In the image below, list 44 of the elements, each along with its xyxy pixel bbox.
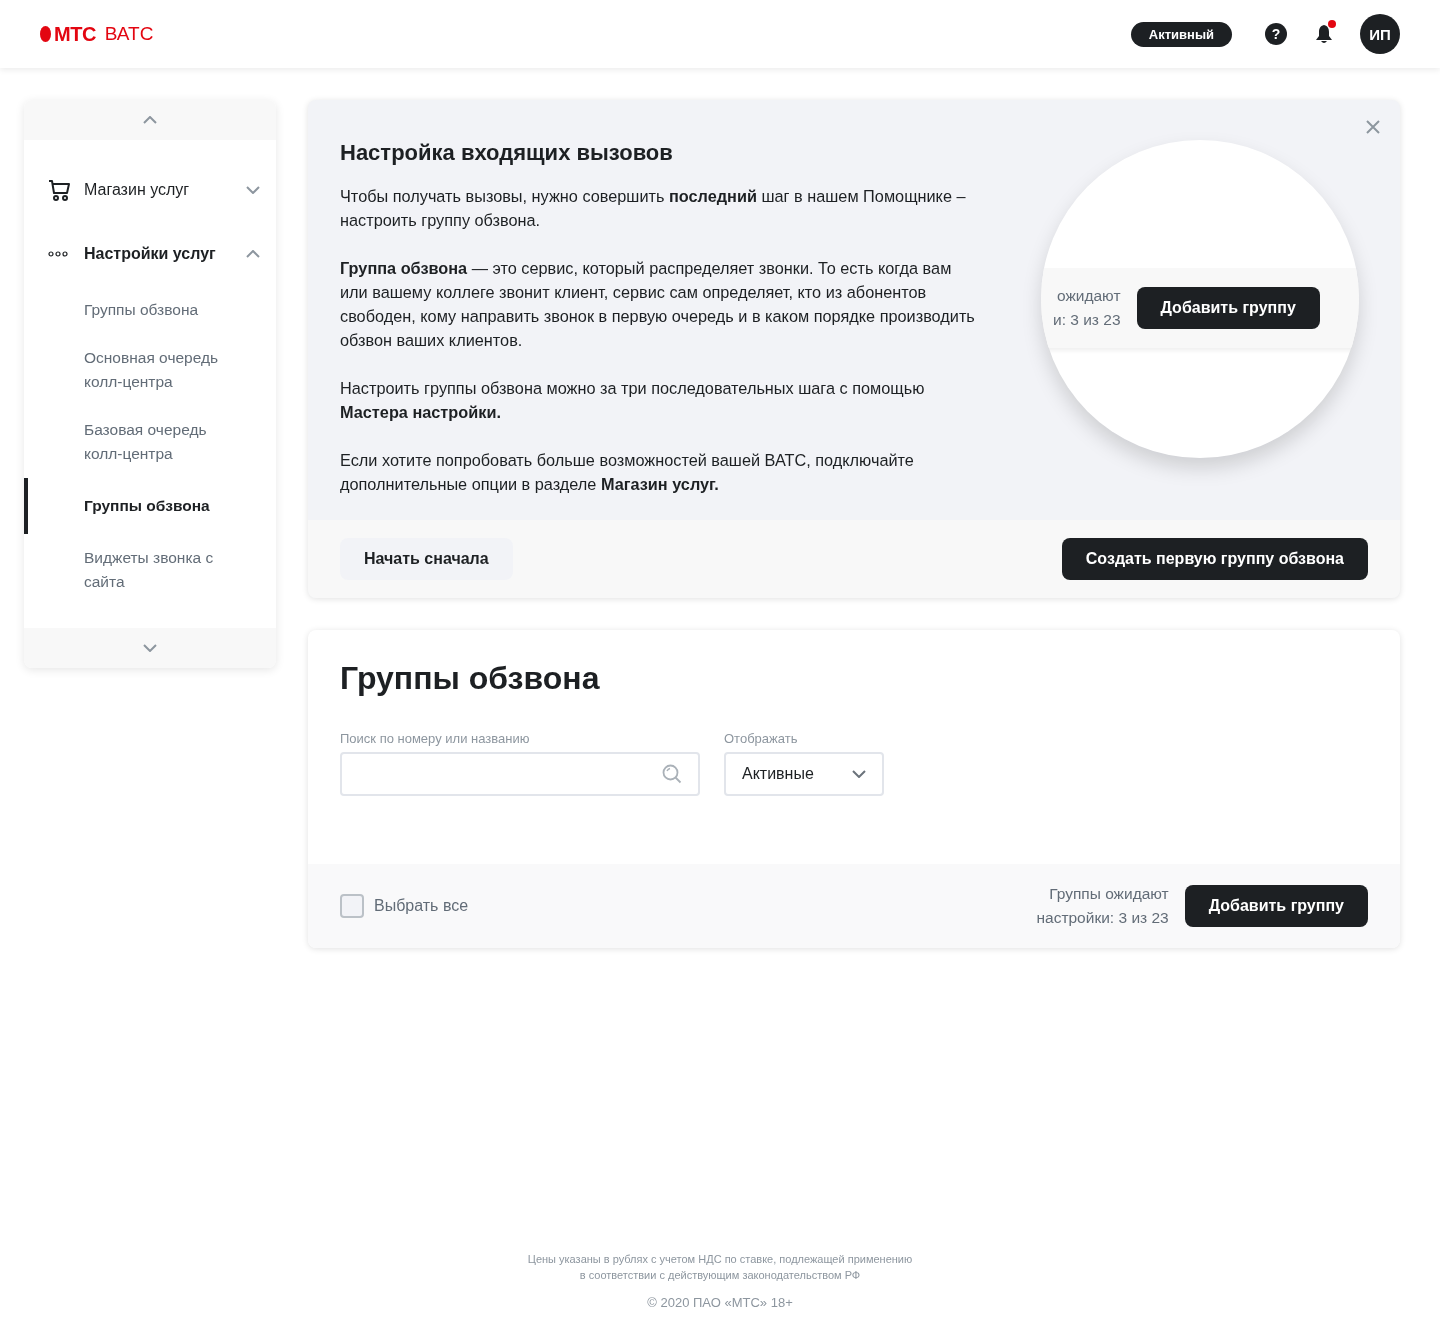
nav-group[interactable]: Магазин услуг <box>84 181 246 199</box>
select-all-checkbox[interactable] <box>340 894 364 918</box>
wizard-paragraph: Настроить группы обзвона можно за три последовательных шага с помощью Мастера настройки. <box>340 378 926 423</box>
restart-button[interactable]: Начать сначала <box>340 538 513 580</box>
nav-group[interactable]: Настройки услуг <box>84 245 246 263</box>
chevron-down-icon <box>143 644 157 652</box>
scroll-up-button[interactable] <box>24 100 276 140</box>
pending-status-text: настройки: 3 из 23 <box>1036 908 1169 928</box>
chevron-down-icon <box>852 770 866 778</box>
wizard-paragraph: Группа обзвона — это сервис, который распределяет звонки. То есть когда вам или вашему коллеге звонит клиент, сервис сам определяет, кто из абонентов свободен, кому направить звонок в первую очередь и в каком порядке производить обзвон ваших клиентов. <box>340 258 976 351</box>
chevron-up-icon <box>143 116 157 124</box>
close-button[interactable] <box>1366 120 1380 134</box>
search-icon <box>662 764 682 784</box>
nav-item[interactable]: Базовая очередь колл-центра <box>24 414 276 470</box>
preview-status-text: и: 3 из 23 <box>1053 310 1121 330</box>
display-dropdown[interactable]: Активные <box>724 752 884 796</box>
create-group-button[interactable]: Создать первую группу обзвона <box>1061 538 1368 580</box>
user-avatar[interactable]: ИП <box>1360 14 1400 54</box>
add-group-button[interactable]: Добавить группу <box>1184 885 1368 927</box>
logo-brand: МТС <box>54 22 96 46</box>
wizard-paragraph: Чтобы получать вызовы, нужно совершить последний шаг в нашем Помощнике – настроить группу обзвона. <box>340 186 967 231</box>
display-label: Отображать <box>724 731 799 746</box>
nav-item[interactable]: Группы обзвона <box>24 478 276 534</box>
footer-notice: Цены указаны в рублях с учетом НДС по ставке, подлежащей применению <box>527 1252 913 1267</box>
footer-notice: в соответствии с действующим законодательством РФ <box>579 1268 861 1283</box>
search-field[interactable] <box>340 752 700 796</box>
copyright: © 2020 ПАО «МТС» 18+ <box>647 1295 793 1310</box>
dots-icon <box>48 251 68 257</box>
scroll-down-button[interactable] <box>24 628 276 668</box>
preview-status-text: ожидают <box>1057 286 1121 306</box>
status-badge: Активный <box>1130 21 1232 47</box>
select-all-label: Выбрать все <box>374 897 469 915</box>
pending-status-text: Группы ожидают <box>1049 884 1169 904</box>
nav-item[interactable]: Группы обзвона <box>24 294 276 326</box>
search-label: Поиск по номеру или названию <box>340 731 531 746</box>
help-button[interactable]: ? <box>1265 23 1287 45</box>
logo-product: ВАТС <box>104 23 154 45</box>
wizard-paragraph: Если хотите попробовать больше возможностей вашей ВАТС, подключайте дополнительные опции в разделе Магазин услуг. <box>340 450 915 495</box>
cart-icon <box>48 178 72 202</box>
nav-item[interactable]: Виджеты звонка с сайта <box>24 542 276 598</box>
page-title: Группы обзвона <box>340 660 601 697</box>
logo-egg-icon <box>40 26 51 42</box>
wizard-title: Настройка входящих вызовов <box>340 140 674 166</box>
nav-item[interactable]: Основная очередь колл-центра <box>24 342 276 398</box>
